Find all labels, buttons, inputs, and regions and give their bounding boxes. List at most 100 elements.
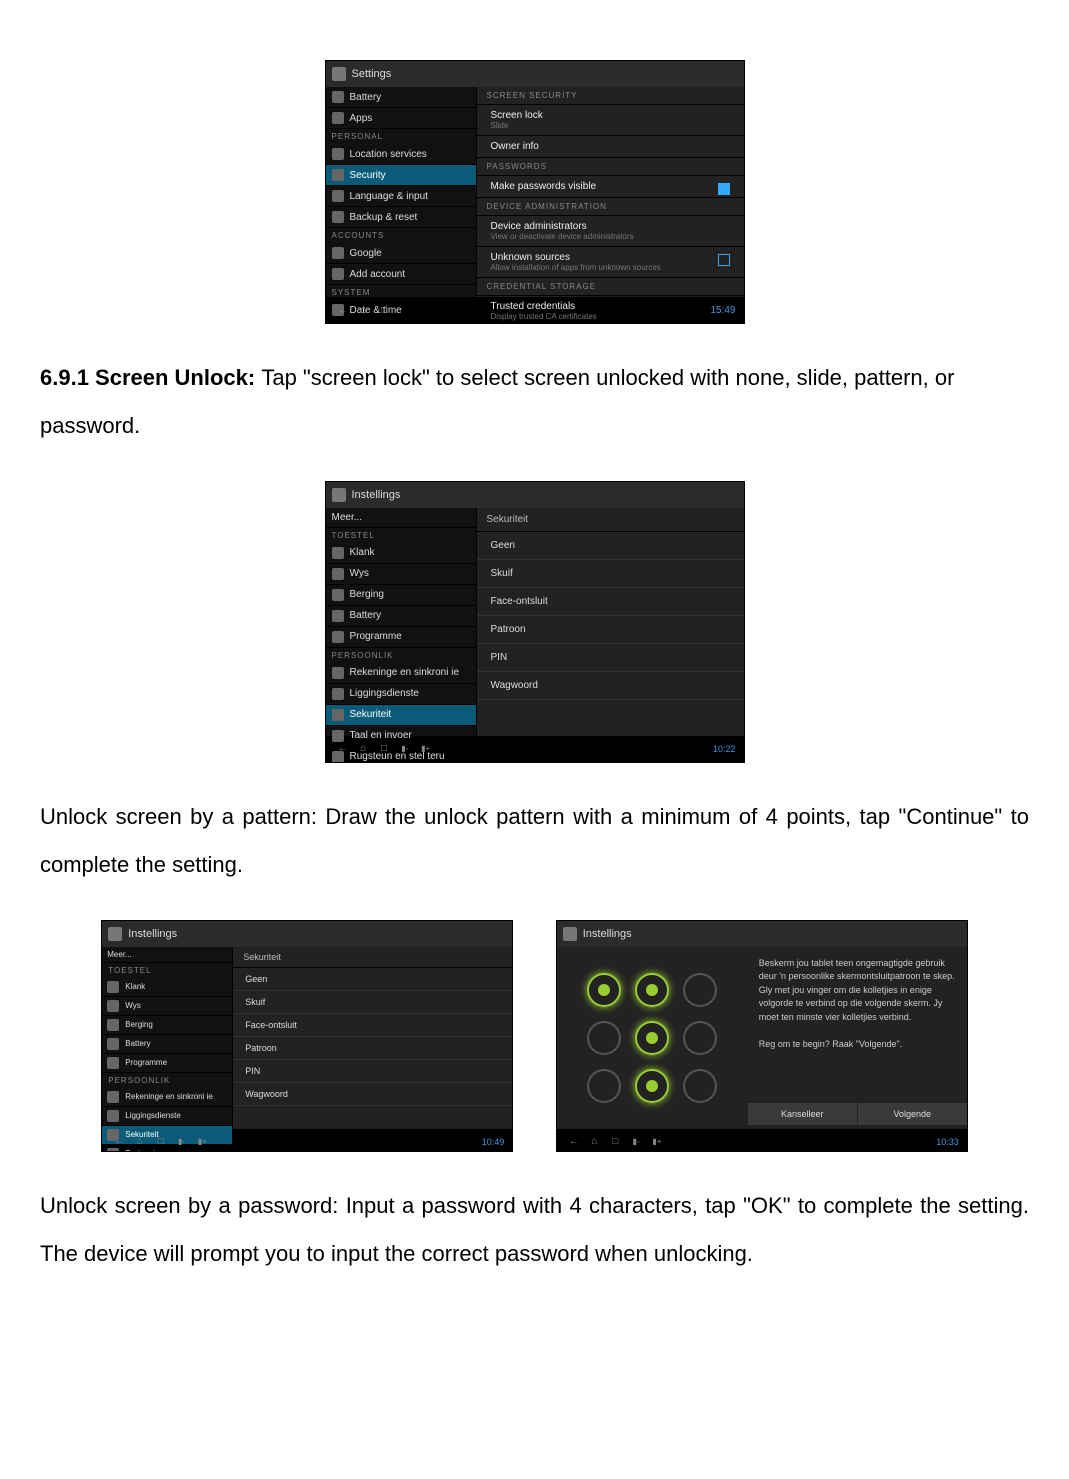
pattern-dot[interactable] <box>587 1021 621 1055</box>
sidebar-item-location[interactable]: Location services <box>326 144 476 165</box>
settings-icon <box>332 488 346 502</box>
sidebar-item-security[interactable]: Security <box>326 165 476 186</box>
option-face[interactable]: Face-ontsluit <box>233 1014 512 1037</box>
back-icon[interactable]: ← <box>334 305 352 316</box>
sidebar-item-apps[interactable]: Programme <box>102 1054 232 1073</box>
row-unknown-sources[interactable]: Unknown sourcesAllow installation of app… <box>477 247 744 278</box>
pattern-grid[interactable] <box>557 947 747 1129</box>
sidebar-item-language[interactable]: Language & input <box>326 186 476 207</box>
sidebar-item-backup[interactable]: Backup & reset <box>326 207 476 228</box>
row-device-admins[interactable]: Device administratorsView or deactivate … <box>477 216 744 247</box>
home-icon[interactable]: ⌂ <box>354 305 372 316</box>
sidebar-header-personal: PERSOONLIK <box>326 648 476 663</box>
option-pin[interactable]: PIN <box>233 1060 512 1083</box>
sidebar-header-accounts: ACCOUNTS <box>326 228 476 243</box>
sidebar-item-sound[interactable]: Klank <box>326 543 476 564</box>
sidebar-header-device: TOESTEL <box>102 963 232 978</box>
recent-icon[interactable]: □ <box>375 305 393 316</box>
option-slide[interactable]: Skuif <box>233 991 512 1014</box>
option-pattern[interactable]: Patroon <box>477 616 744 644</box>
display-icon <box>107 1000 119 1012</box>
option-none[interactable]: Geen <box>477 532 744 560</box>
row-screen-lock[interactable]: Screen lockSlide <box>477 105 744 136</box>
titlebar: Instellings <box>326 482 744 508</box>
sidebar-item-display[interactable]: Wys <box>326 564 476 585</box>
battery-icon <box>332 610 344 622</box>
row-passwords-visible[interactable]: Make passwords visible <box>477 176 744 198</box>
option-password[interactable]: Wagwoord <box>477 672 744 700</box>
vol-down-icon[interactable]: ▮- <box>396 744 414 753</box>
sidebar-item-apps[interactable]: Apps <box>326 108 476 129</box>
vol-down-icon[interactable]: ▮- <box>627 1137 645 1146</box>
sidebar-item-sound[interactable]: Klank <box>102 978 232 997</box>
next-button[interactable]: Volgende <box>857 1103 967 1125</box>
option-face[interactable]: Face-ontsluit <box>477 588 744 616</box>
sidebar-item-storage[interactable]: Berging <box>102 1016 232 1035</box>
sidebar-item-accounts[interactable]: Rekeninge en sinkroni ie <box>102 1088 232 1107</box>
pattern-dot[interactable] <box>683 973 717 1007</box>
google-icon <box>332 247 344 259</box>
option-none[interactable]: Geen <box>233 968 512 991</box>
section-device-admin: DEVICE ADMINISTRATION <box>477 198 744 216</box>
sidebar-item-apps[interactable]: Programme <box>326 627 476 648</box>
back-icon[interactable]: ← <box>565 1136 583 1147</box>
option-slide[interactable]: Skuif <box>477 560 744 588</box>
keyboard-icon <box>332 190 344 202</box>
sidebar-item-more[interactable]: Meer... <box>102 947 232 963</box>
pattern-help-text: Beskerm jou tablet teen ongemagtigde geb… <box>747 947 967 1129</box>
pane-title: Sekuriteit <box>233 947 512 968</box>
option-password[interactable]: Wagwoord <box>233 1083 512 1106</box>
sidebar-item-display[interactable]: Wys <box>102 997 232 1016</box>
pattern-dot[interactable] <box>635 1021 669 1055</box>
paragraph-password: Unlock screen by a password: Input a pas… <box>40 1182 1029 1279</box>
option-pin[interactable]: PIN <box>477 644 744 672</box>
sound-icon <box>332 547 344 559</box>
checkbox-off-icon[interactable] <box>718 254 730 266</box>
back-icon[interactable]: ← <box>334 743 352 754</box>
paragraph-pattern: Unlock screen by a pattern: Draw the unl… <box>40 793 1029 890</box>
cancel-button[interactable]: Kanselleer <box>747 1103 857 1125</box>
sidebar-item-battery[interactable]: Battery <box>326 606 476 627</box>
sidebar-header-device: TOESTEL <box>326 528 476 543</box>
battery-icon <box>332 91 344 103</box>
home-icon[interactable]: ⌂ <box>586 1136 604 1147</box>
pattern-dot[interactable] <box>587 1069 621 1103</box>
back-icon[interactable]: ← <box>110 1136 128 1147</box>
vol-up-icon[interactable]: ▮+ <box>417 744 435 753</box>
sidebar-item-storage[interactable]: Berging <box>326 585 476 606</box>
help-line-1: Beskerm jou tablet teen ongemagtigde geb… <box>759 957 955 1025</box>
option-pattern[interactable]: Patroon <box>233 1037 512 1060</box>
row-owner-info[interactable]: Owner info <box>477 136 744 158</box>
location-icon <box>332 688 344 700</box>
vol-up-icon[interactable]: ▮+ <box>193 1137 211 1146</box>
sidebar-item-accounts[interactable]: Rekeninge en sinkroni ie <box>326 663 476 684</box>
pattern-dot[interactable] <box>587 973 621 1007</box>
pattern-dot[interactable] <box>683 1069 717 1103</box>
pattern-dot[interactable] <box>635 973 669 1007</box>
pattern-dot[interactable] <box>683 1021 717 1055</box>
sidebar-item-location[interactable]: Liggingsdienste <box>326 684 476 705</box>
checkbox-on-icon[interactable] <box>718 183 730 195</box>
status-clock: 10:22 <box>713 744 736 754</box>
sidebar-item-security[interactable]: Sekuriteit <box>326 705 476 726</box>
sidebar-item-location[interactable]: Liggingsdienste <box>102 1107 232 1126</box>
recent-icon[interactable]: □ <box>606 1136 624 1147</box>
sidebar-item-more[interactable]: Meer... <box>326 508 476 528</box>
vol-up-icon[interactable]: ▮+ <box>648 1137 666 1146</box>
row-trusted-credentials[interactable]: Trusted credentialsDisplay trusted CA ce… <box>477 296 744 324</box>
sidebar-item-battery[interactable]: Battery <box>326 87 476 108</box>
home-icon[interactable]: ⌂ <box>354 743 372 754</box>
recent-icon[interactable]: □ <box>375 743 393 754</box>
screenshot-lock-options: Instellings Meer... TOESTEL Klank Wys Be… <box>325 481 745 763</box>
battery-icon <box>107 1038 119 1050</box>
section-passwords: PASSWORDS <box>477 158 744 176</box>
sidebar-item-battery[interactable]: Battery <box>102 1035 232 1054</box>
recent-icon[interactable]: □ <box>152 1136 170 1147</box>
sidebar-item-google[interactable]: Google <box>326 243 476 264</box>
sidebar-item-add-account[interactable]: Add account <box>326 264 476 285</box>
home-icon[interactable]: ⌂ <box>131 1136 149 1147</box>
status-clock: 10:49 <box>482 1137 505 1147</box>
pattern-dot[interactable] <box>635 1069 669 1103</box>
settings-sidebar: Battery Apps PERSONAL Location services … <box>326 87 477 297</box>
vol-down-icon[interactable]: ▮- <box>173 1137 191 1146</box>
